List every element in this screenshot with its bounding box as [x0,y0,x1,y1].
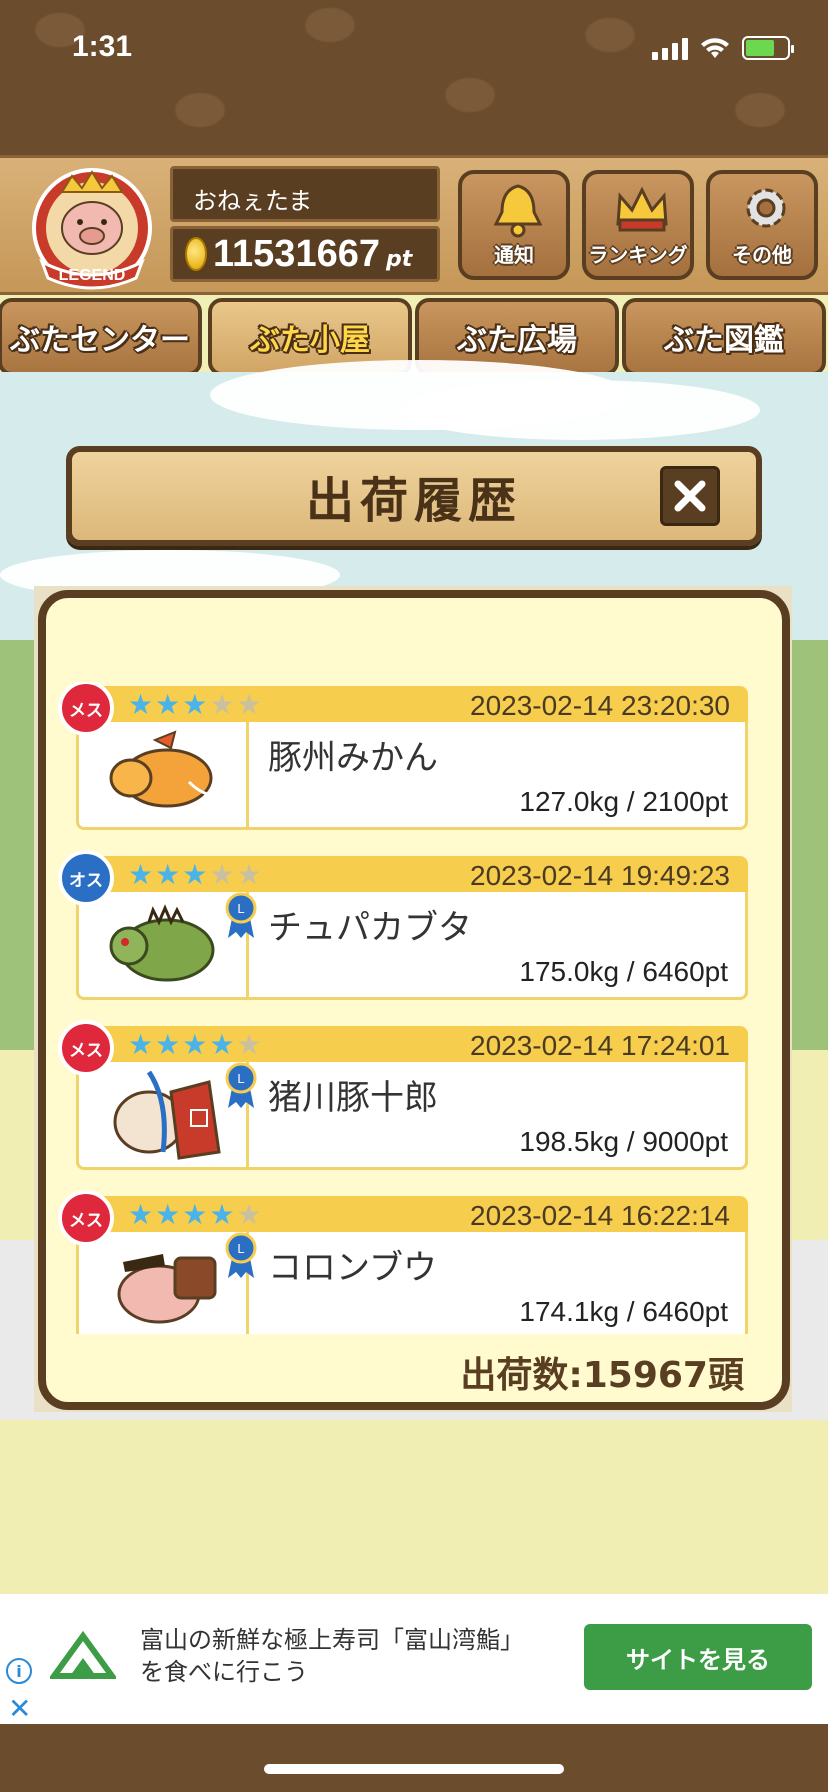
bottom-background [0,1724,828,1792]
rating-stars: ★ ★ ★ ★ ★ [128,1028,262,1061]
notice-button[interactable]: 通知 [458,170,570,280]
record-date: 2023-02-14 17:24:01 [470,1030,730,1061]
record-name: 豚州みかん [268,738,438,778]
player-info: おねぇたま 11531667 pt [170,166,440,282]
battery-icon [742,36,794,60]
rating-stars: ★ ★ ★ ★ ★ [128,688,262,721]
cloud [400,380,760,440]
close-icon [674,480,706,512]
tab-label: ぶた広場 [457,323,577,358]
rating-stars: ★ ★ ★ ★ ★ [128,1198,262,1231]
legend-ribbon-icon: L [225,1232,257,1278]
dialog-title-bar: 出荷履歴 [66,446,762,546]
coin-icon [185,237,207,271]
tab-label: ぶた小屋 [250,323,370,358]
ad-text: 富山の新鮮な極上寿司「富山湾鮨」を食べに行こう [140,1626,524,1686]
notice-label: 通知 [494,243,534,267]
ad-logo-icon [50,1630,116,1679]
list-item[interactable]: L ★ ★ ★ ★ ★ 2023-02-14 17:24:01 猪川豚十郎 198.5k… [58,1020,748,1172]
player-points: 11531667 pt [170,226,440,282]
shipment-count: 出荷数:15967頭 [460,1355,744,1396]
record-stats: 174.1kg / 6460pt [519,1296,728,1327]
pig-thumbnail [79,722,249,828]
svg-text:L: L [237,1241,244,1256]
home-indicator[interactable] [264,1764,564,1774]
list-item[interactable]: L ★ ★ ★ ★ ★ 2023-02-14 19:49:23 チュパカブタ 175.0… [58,850,748,1002]
bell-icon [493,184,543,238]
tab-buta-encyclopedia[interactable]: ぶた図鑑 [622,298,826,376]
ad-visit-button[interactable]: サイトを見る [584,1624,812,1690]
female-icon: メス [58,1020,114,1076]
badge-label: LEGEND [59,267,126,284]
list-item[interactable]: ★ ★ ★ ★ ★ 2023-02-14 23:20:30 豚州みかん 127.0kg … [58,682,748,832]
status-time: 1:31 [72,30,133,63]
svg-text:L: L [237,1071,244,1086]
ad-info-icon[interactable]: i [6,1658,32,1684]
svg-text:L: L [237,901,244,916]
pig-image [109,730,230,808]
other-label: その他 [732,243,792,267]
other-button[interactable]: その他 [706,170,818,280]
cellular-signal-icon [652,38,688,60]
female-icon: メス [58,682,114,736]
gender-label: メス [69,700,103,721]
tab-buta-center[interactable]: ぶたセンター [0,298,202,376]
record-stats: 127.0kg / 2100pt [519,786,728,817]
list-item[interactable]: L ★ ★ ★ ★ ★ 2023-02-14 16:22:14 コロンブウ 174.1k… [58,1190,748,1334]
ad-banner[interactable]: i ✕ 富山の新鮮な極上寿司「富山湾鮨」を食べに行こう サイトを見る [0,1594,828,1725]
record-name: チュパカブタ [268,908,472,948]
dialog-title: 出荷履歴 [305,473,522,529]
male-icon: オス [58,850,114,906]
tab-label: ぶた図鑑 [664,323,784,358]
record-name: 猪川豚十郎 [268,1078,438,1118]
points-unit: pt [385,246,413,272]
points-value: 11531667 [213,232,380,275]
ranking-button[interactable]: ランキング [582,170,694,280]
status-icons [652,36,794,60]
record-date: 2023-02-14 19:49:23 [470,860,730,891]
legend-badge-icon[interactable]: LEGEND [22,162,162,292]
crown-icon [616,186,668,232]
tab-label: ぶたセンター [10,323,190,358]
record-name: コロンブウ [268,1248,437,1288]
status-bar: 1:31 [0,0,828,100]
record-stats: 198.5kg / 9000pt [519,1126,728,1157]
female-icon: メス [58,1190,114,1246]
gender-label: メス [69,1040,103,1061]
gear-icon [746,188,786,228]
legend-ribbon-icon: L [225,892,257,938]
gender-label: メス [69,1210,103,1231]
shipment-list[interactable]: ★ ★ ★ ★ ★ 2023-02-14 23:20:30 豚州みかん 127.0kg … [44,682,764,1334]
wifi-icon [701,38,729,58]
record-stats: 175.0kg / 6460pt [519,956,728,987]
player-name: おねぇたま [170,166,440,222]
close-button[interactable] [660,466,720,526]
record-date: 2023-02-14 23:20:30 [470,690,730,721]
ad-close-icon[interactable]: ✕ [8,1692,31,1725]
legend-ribbon-icon: L [225,1062,257,1108]
gender-label: オス [69,870,103,891]
rating-stars: ★ ★ ★ ★ ★ [128,858,262,891]
record-date: 2023-02-14 16:22:14 [470,1200,730,1231]
ranking-label: ランキング [588,243,688,267]
